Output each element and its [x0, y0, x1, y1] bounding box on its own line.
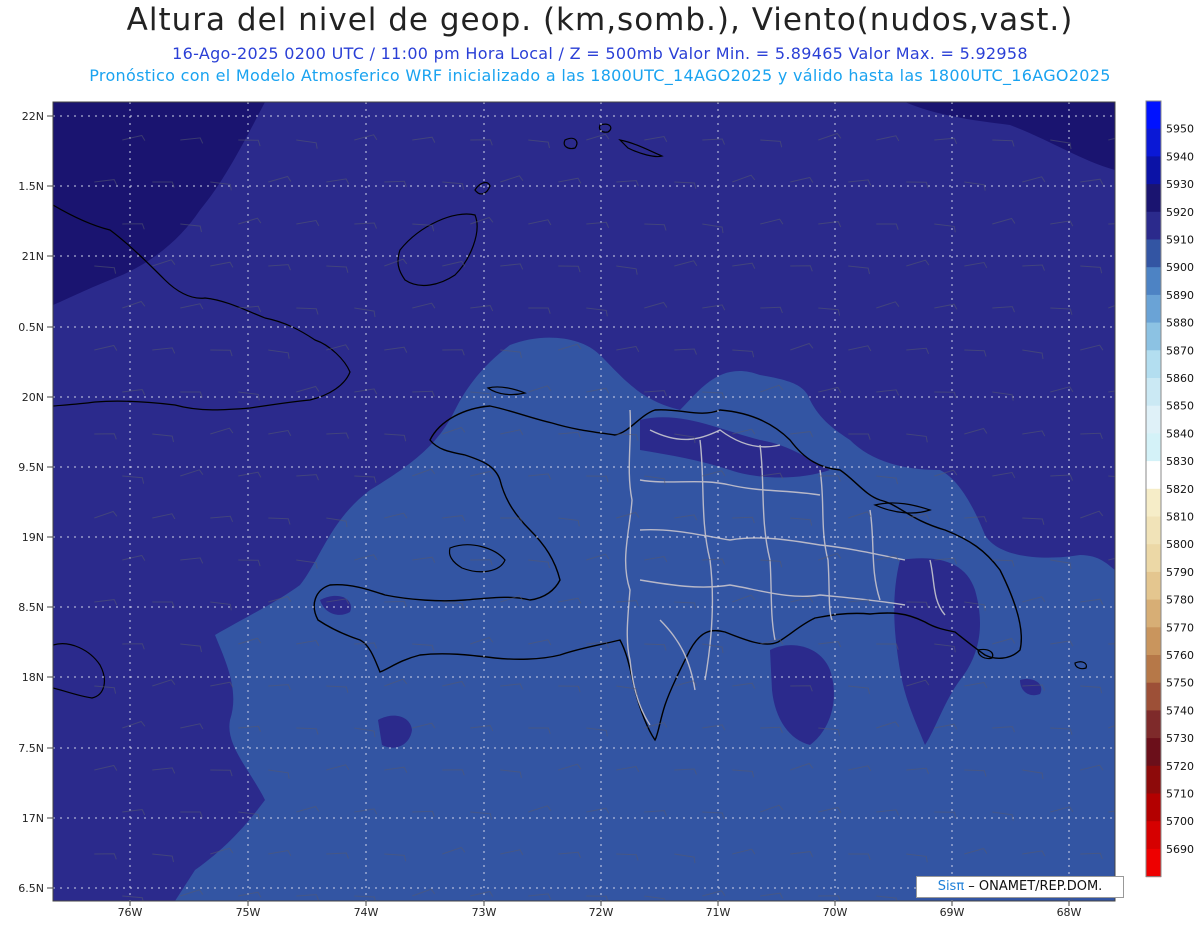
legend-label: 5840 — [1166, 427, 1194, 440]
legend-swatch — [1146, 655, 1161, 684]
legend-swatch — [1146, 710, 1161, 739]
legend-label: 5940 — [1166, 150, 1194, 163]
lat-label: 20N — [22, 391, 44, 404]
legend-label: 5880 — [1166, 317, 1194, 330]
lon-label: 68W — [1057, 906, 1082, 919]
legend-swatch — [1146, 488, 1161, 517]
lat-label: 0.5N — [18, 321, 44, 334]
legend-swatch — [1146, 433, 1161, 462]
lon-label: 69W — [940, 906, 965, 919]
legend-label: 5780 — [1166, 594, 1194, 607]
legend-label: 5900 — [1166, 261, 1194, 274]
legend-label: 5810 — [1166, 511, 1194, 524]
legend-swatch — [1146, 267, 1161, 296]
lon-label: 75W — [236, 906, 261, 919]
latitude-labels: 22N 1.5N 21N 0.5N 20N 9.5N 19N 8.5N 18N … — [18, 110, 44, 895]
lat-label: 17N — [22, 812, 44, 825]
legend-swatch — [1146, 184, 1161, 213]
legend-label: 5920 — [1166, 206, 1194, 219]
lat-label: 6.5N — [18, 882, 44, 895]
lon-label: 76W — [118, 906, 143, 919]
legend-label: 5830 — [1166, 455, 1194, 468]
legend-swatch — [1146, 350, 1161, 379]
legend-swatch — [1146, 599, 1161, 628]
legend-label: 5870 — [1166, 344, 1194, 357]
lon-label: 70W — [823, 906, 848, 919]
legend-swatch — [1146, 738, 1161, 767]
legend-label: 5730 — [1166, 732, 1194, 745]
legend-swatch — [1146, 211, 1161, 240]
legend-swatch — [1146, 128, 1161, 157]
legend-label: 5690 — [1166, 843, 1194, 856]
lon-label: 71W — [706, 906, 731, 919]
credit-box: Sisπ – ONAMET/REP.DOM. — [916, 876, 1124, 898]
legend-swatch — [1146, 516, 1161, 545]
legend-swatch — [1146, 405, 1161, 434]
legend-swatch — [1146, 294, 1161, 324]
credit-brand: Sisπ — [937, 879, 965, 894]
legend-swatch — [1146, 101, 1161, 130]
legend-label: 5760 — [1166, 649, 1194, 662]
lat-label: 19N — [22, 531, 44, 544]
lon-label: 73W — [472, 906, 497, 919]
legend-label: 5930 — [1166, 178, 1194, 191]
credit-text: – ONAMET/REP.DOM. — [964, 879, 1103, 894]
longitude-labels: 76W 75W 74W 73W 72W 71W 70W 69W 68W — [118, 906, 1082, 919]
legend-label: 5820 — [1166, 483, 1194, 496]
legend-label: 5800 — [1166, 538, 1194, 551]
lat-label: 8.5N — [18, 601, 44, 614]
legend-swatch — [1146, 793, 1161, 822]
legend-swatch — [1146, 571, 1161, 601]
legend-swatch — [1146, 821, 1161, 850]
lat-label: 18N — [22, 671, 44, 684]
legend-label: 5710 — [1166, 788, 1194, 801]
legend-label: 5770 — [1166, 621, 1194, 634]
lon-label: 72W — [589, 906, 614, 919]
legend-swatch — [1146, 378, 1161, 407]
legend-swatch — [1146, 322, 1161, 351]
legend-label: 5890 — [1166, 289, 1194, 302]
geopotential-map: 22N 1.5N 21N 0.5N 20N 9.5N 19N 8.5N 18N … — [18, 100, 1194, 919]
legend-label: 5790 — [1166, 566, 1194, 579]
latitude-ticks — [47, 115, 53, 889]
legend-swatch — [1146, 461, 1161, 490]
legend-swatch — [1146, 765, 1161, 794]
lat-label: 21N — [22, 250, 44, 263]
legend-swatch — [1146, 544, 1161, 573]
legend-label: 5750 — [1166, 677, 1194, 690]
legend-swatch — [1146, 156, 1161, 185]
legend-label: 5720 — [1166, 760, 1194, 773]
legend-label: 5850 — [1166, 400, 1194, 413]
legend-label: 5740 — [1166, 704, 1194, 717]
legend-label: 5860 — [1166, 372, 1194, 385]
lat-label: 1.5N — [18, 180, 44, 193]
legend-label: 5950 — [1166, 123, 1194, 136]
lat-label: 22N — [22, 110, 44, 123]
legend-swatch — [1146, 627, 1161, 656]
lat-label: 9.5N — [18, 461, 44, 474]
legend-label: 5700 — [1166, 815, 1194, 828]
lat-label: 7.5N — [18, 742, 44, 755]
legend-swatch — [1146, 682, 1161, 711]
legend-swatch — [1146, 239, 1161, 268]
color-scale-legend: 5950 5940 5930 5920 5910 5900 5890 5880 5870 5860… — [1145, 100, 1194, 878]
legend-label: 5910 — [1166, 234, 1194, 247]
lon-label: 74W — [354, 906, 379, 919]
legend-swatch — [1146, 848, 1161, 878]
